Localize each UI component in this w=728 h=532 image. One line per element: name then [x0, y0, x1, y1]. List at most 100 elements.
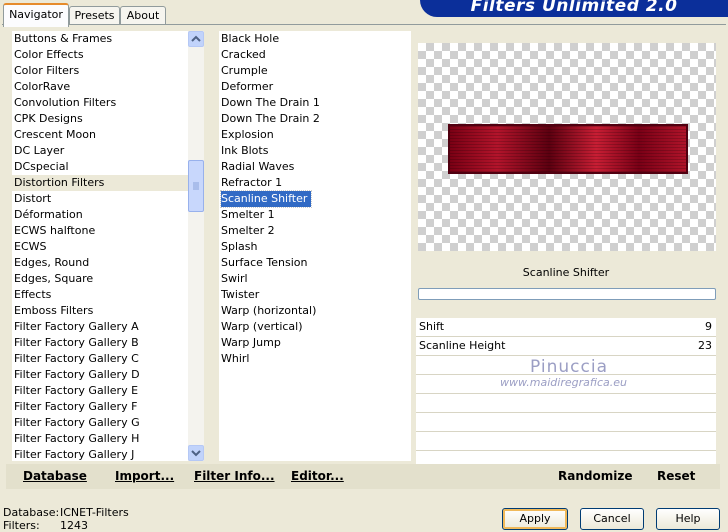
filter-item[interactable]: Crumple [219, 63, 411, 79]
category-item[interactable]: Filter Factory Gallery E [12, 383, 188, 399]
param-label: Shift [419, 320, 445, 333]
filter-info-button[interactable]: Filter Info... [194, 469, 275, 483]
category-item[interactable]: Convolution Filters [12, 95, 188, 111]
category-item[interactable]: Filter Factory Gallery B [12, 335, 188, 351]
category-item-label: Filter Factory Gallery F [14, 400, 138, 413]
category-item-label: Filter Factory Gallery D [14, 368, 140, 381]
scroll-down-button[interactable] [188, 445, 204, 461]
category-item-label: Color Effects [14, 48, 84, 61]
import-button[interactable]: Import... [115, 469, 174, 483]
filter-item[interactable]: Radial Waves [219, 159, 411, 175]
category-item[interactable]: ECWS halftone [12, 223, 188, 239]
filter-item[interactable]: Surface Tension [219, 255, 411, 271]
category-item[interactable]: Buttons & Frames [12, 31, 188, 47]
filter-list[interactable]: Black Hole Cracked Crumple Deformer Down The… [219, 31, 411, 461]
category-item[interactable]: Filter Factory Gallery H [12, 431, 188, 447]
editor-button[interactable]: Editor... [291, 469, 344, 483]
tab-navigator[interactable]: Navigator [3, 3, 69, 27]
category-item-label: Convolution Filters [14, 96, 117, 109]
category-item[interactable]: Filter Factory Gallery C [12, 351, 188, 367]
tab-about[interactable]: About [120, 6, 166, 25]
chevron-up-icon [191, 35, 201, 42]
category-item[interactable]: Color Filters [12, 63, 188, 79]
filter-item-label: Black Hole [221, 32, 280, 45]
filter-item[interactable]: Twister [219, 287, 411, 303]
category-item[interactable]: Edges, Round [12, 255, 188, 271]
category-item-label: Crescent Moon [14, 128, 96, 141]
preview-image [448, 124, 688, 174]
filter-item[interactable]: Refractor 1 [219, 175, 411, 191]
category-item[interactable]: Filter Factory Gallery J [12, 447, 188, 461]
filter-item[interactable]: Warp (vertical) [219, 319, 411, 335]
category-item[interactable]: Filter Factory Gallery G [12, 415, 188, 431]
filter-item-label: Radial Waves [221, 160, 295, 173]
filter-item[interactable]: Warp Jump [219, 335, 411, 351]
apply-button[interactable]: Apply [502, 508, 568, 530]
filter-item[interactable]: Black Hole [219, 31, 411, 47]
category-item[interactable]: Distortion Filters [12, 175, 188, 191]
category-item-label: Déformation [14, 208, 83, 221]
filter-item[interactable]: Down The Drain 1 [219, 95, 411, 111]
param-scanline-height-slider[interactable]: Scanline Height 23 [416, 337, 716, 356]
filter-item[interactable]: Whirl [219, 351, 411, 367]
filter-item-label: Warp (vertical) [221, 320, 303, 333]
category-item[interactable]: Effects [12, 287, 188, 303]
param-empty-slot [416, 413, 716, 432]
scroll-thumb[interactable] [188, 160, 204, 212]
category-item-label: Edges, Round [14, 256, 90, 269]
category-item[interactable]: Déformation [12, 207, 188, 223]
category-item[interactable]: DC Layer [12, 143, 188, 159]
cancel-button[interactable]: Cancel [580, 508, 644, 530]
category-item[interactable]: ECWS [12, 239, 188, 255]
randomize-button[interactable]: Randomize [558, 469, 632, 483]
filter-item-label: Refractor 1 [221, 176, 283, 189]
category-item-label: DCspecial [14, 160, 69, 173]
category-item[interactable]: ColorRave [12, 79, 188, 95]
category-item[interactable]: Filter Factory Gallery A [12, 319, 188, 335]
filter-item[interactable]: Scanline Shifter [219, 190, 411, 208]
grip-icon [193, 182, 199, 190]
category-item[interactable]: Edges, Square [12, 271, 188, 287]
filter-item[interactable]: Smelter 2 [219, 223, 411, 239]
filter-item[interactable]: Swirl [219, 271, 411, 287]
filter-item-label: Smelter 2 [221, 224, 275, 237]
category-item-label: ColorRave [14, 80, 71, 93]
category-item[interactable]: CPK Designs [12, 111, 188, 127]
category-item-label: Emboss Filters [14, 304, 94, 317]
category-item[interactable]: Distort [12, 191, 188, 207]
reset-button[interactable]: Reset [657, 469, 695, 483]
category-item-label: ECWS [14, 240, 47, 253]
category-list[interactable]: Buttons & Frames Color Effects Color Filte… [12, 31, 188, 461]
filter-item[interactable]: Smelter 1 [219, 207, 411, 223]
filter-item-label: Crumple [221, 64, 268, 77]
scroll-up-button[interactable] [188, 31, 204, 47]
database-button[interactable]: Database [23, 469, 87, 483]
help-button[interactable]: Help [656, 508, 720, 530]
filter-item[interactable]: Warp (horizontal) [219, 303, 411, 319]
filter-item-label: Explosion [221, 128, 274, 141]
category-item[interactable]: Filter Factory Gallery D [12, 367, 188, 383]
category-item[interactable]: Emboss Filters [12, 303, 188, 319]
category-scrollbar[interactable] [188, 31, 204, 461]
filter-item-label: Down The Drain 2 [221, 112, 320, 125]
filter-item[interactable]: Splash [219, 239, 411, 255]
filter-item[interactable]: Explosion [219, 127, 411, 143]
filter-item-label: Ink Blots [221, 144, 269, 157]
filter-item-label: Scanline Shifter [219, 190, 313, 208]
category-item-label: Filter Factory Gallery A [14, 320, 139, 333]
filters-count-label: Filters: [3, 519, 40, 532]
filter-item[interactable]: Cracked [219, 47, 411, 63]
category-item-label: Effects [14, 288, 52, 301]
category-item[interactable]: DCspecial [12, 159, 188, 175]
filter-item[interactable]: Down The Drain 2 [219, 111, 411, 127]
filter-item[interactable]: Ink Blots [219, 143, 411, 159]
param-shift-slider[interactable]: Shift 9 [416, 318, 716, 337]
tab-presets[interactable]: Presets [69, 6, 120, 25]
filter-item[interactable]: Deformer [219, 79, 411, 95]
category-item[interactable]: Color Effects [12, 47, 188, 63]
category-item-label: Filter Factory Gallery H [14, 432, 140, 445]
category-item[interactable]: Filter Factory Gallery F [12, 399, 188, 415]
category-item-label: Filter Factory Gallery G [14, 416, 140, 429]
category-item-label: Edges, Square [14, 272, 94, 285]
category-item[interactable]: Crescent Moon [12, 127, 188, 143]
